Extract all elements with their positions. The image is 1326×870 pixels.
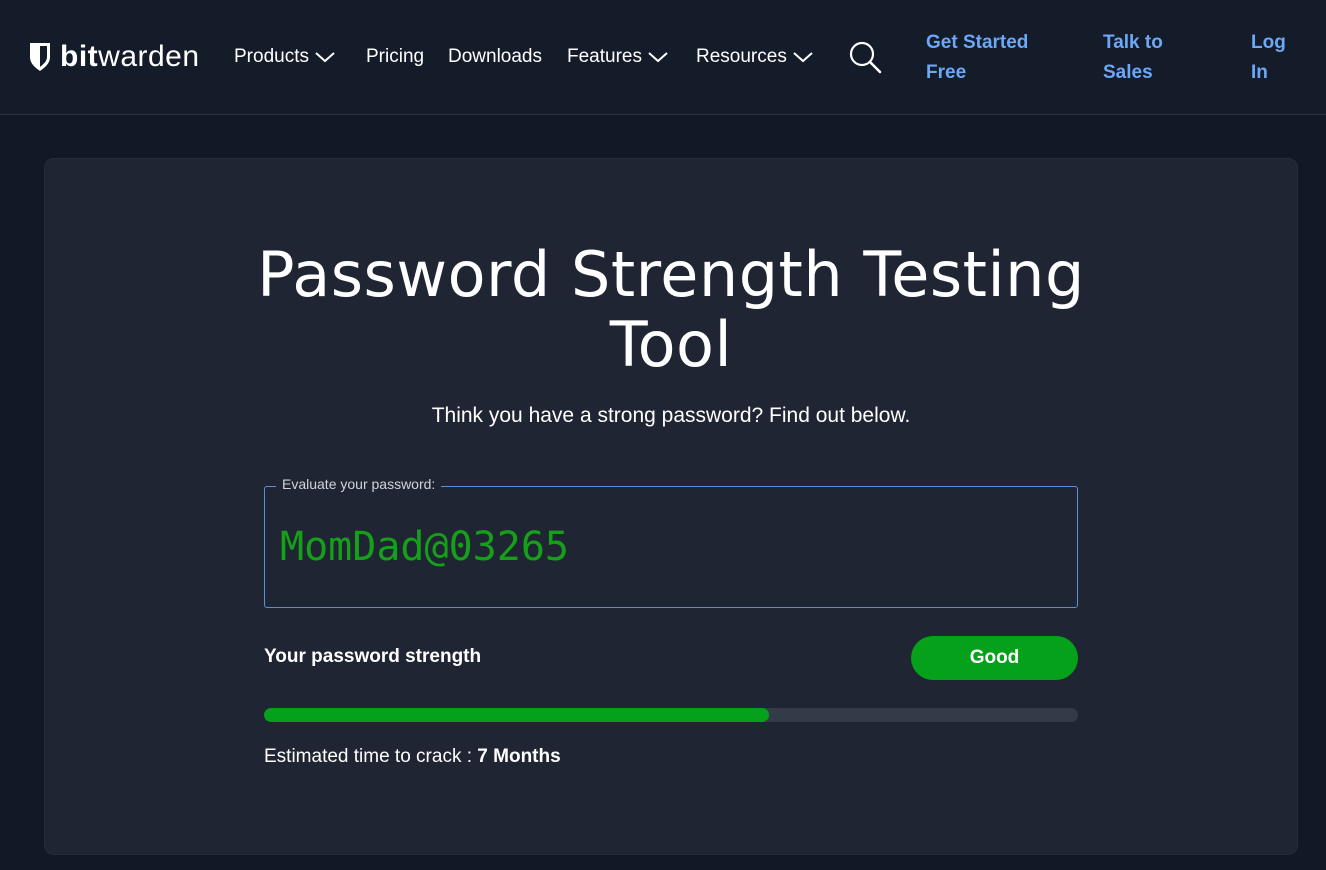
cta-line: Get Started: [926, 32, 1029, 53]
nav-pricing-label: Pricing: [366, 46, 425, 67]
page-title-line1: Password Strength Testing: [257, 238, 1085, 311]
talk-to-sales-link[interactable]: Talk to Sales: [1103, 28, 1163, 88]
chevron-down-icon: [648, 52, 668, 63]
bitwarden-logo[interactable]: bit warden: [28, 40, 200, 74]
nav-downloads-label: Downloads: [448, 46, 542, 67]
page-title-line2: Tool: [609, 308, 733, 381]
site-header: bit warden Products Pricing Downloads Fe…: [0, 0, 1326, 115]
cta-line: In: [1251, 62, 1268, 83]
strength-progress-bar: [264, 708, 1078, 722]
strength-label: Your password strength: [264, 646, 482, 667]
nav-pricing[interactable]: Pricing: [366, 44, 424, 70]
search-icon[interactable]: [848, 40, 882, 74]
page-title: Password Strength Testing Tool: [0, 240, 1326, 380]
password-input[interactable]: [280, 522, 1060, 572]
chevron-down-icon: [793, 52, 813, 63]
nav-products-label: Products: [234, 46, 309, 67]
nav-downloads[interactable]: Downloads: [448, 44, 542, 70]
nav-features-label: Features: [567, 46, 642, 67]
crack-time-prefix: Estimated time to crack :: [264, 746, 478, 767]
shield-icon: [30, 43, 50, 71]
logo-text-regular: warden: [98, 40, 200, 73]
get-started-free-link[interactable]: Get Started Free: [926, 28, 1028, 88]
strength-progress-fill: [264, 708, 769, 722]
strength-badge: Good: [911, 636, 1078, 680]
cta-line: Talk to: [1103, 32, 1163, 53]
chevron-down-icon: [315, 52, 335, 63]
nav-resources-label: Resources: [696, 46, 787, 67]
crack-time: Estimated time to crack : 7 Months: [264, 746, 561, 768]
logo-text-bold: bit: [60, 40, 99, 73]
cta-line: Log: [1251, 32, 1286, 53]
password-field-label: Evaluate your password:: [276, 476, 442, 492]
nav-features[interactable]: Features: [567, 44, 668, 70]
cta-line: Sales: [1103, 62, 1153, 83]
nav-resources[interactable]: Resources: [696, 44, 813, 70]
page-subtitle: Think you have a strong password? Find o…: [431, 404, 911, 427]
log-in-link[interactable]: Log In: [1251, 28, 1286, 88]
crack-time-value: 7 Months: [477, 746, 561, 767]
cta-line: Free: [926, 62, 967, 83]
nav-products[interactable]: Products: [234, 44, 335, 70]
